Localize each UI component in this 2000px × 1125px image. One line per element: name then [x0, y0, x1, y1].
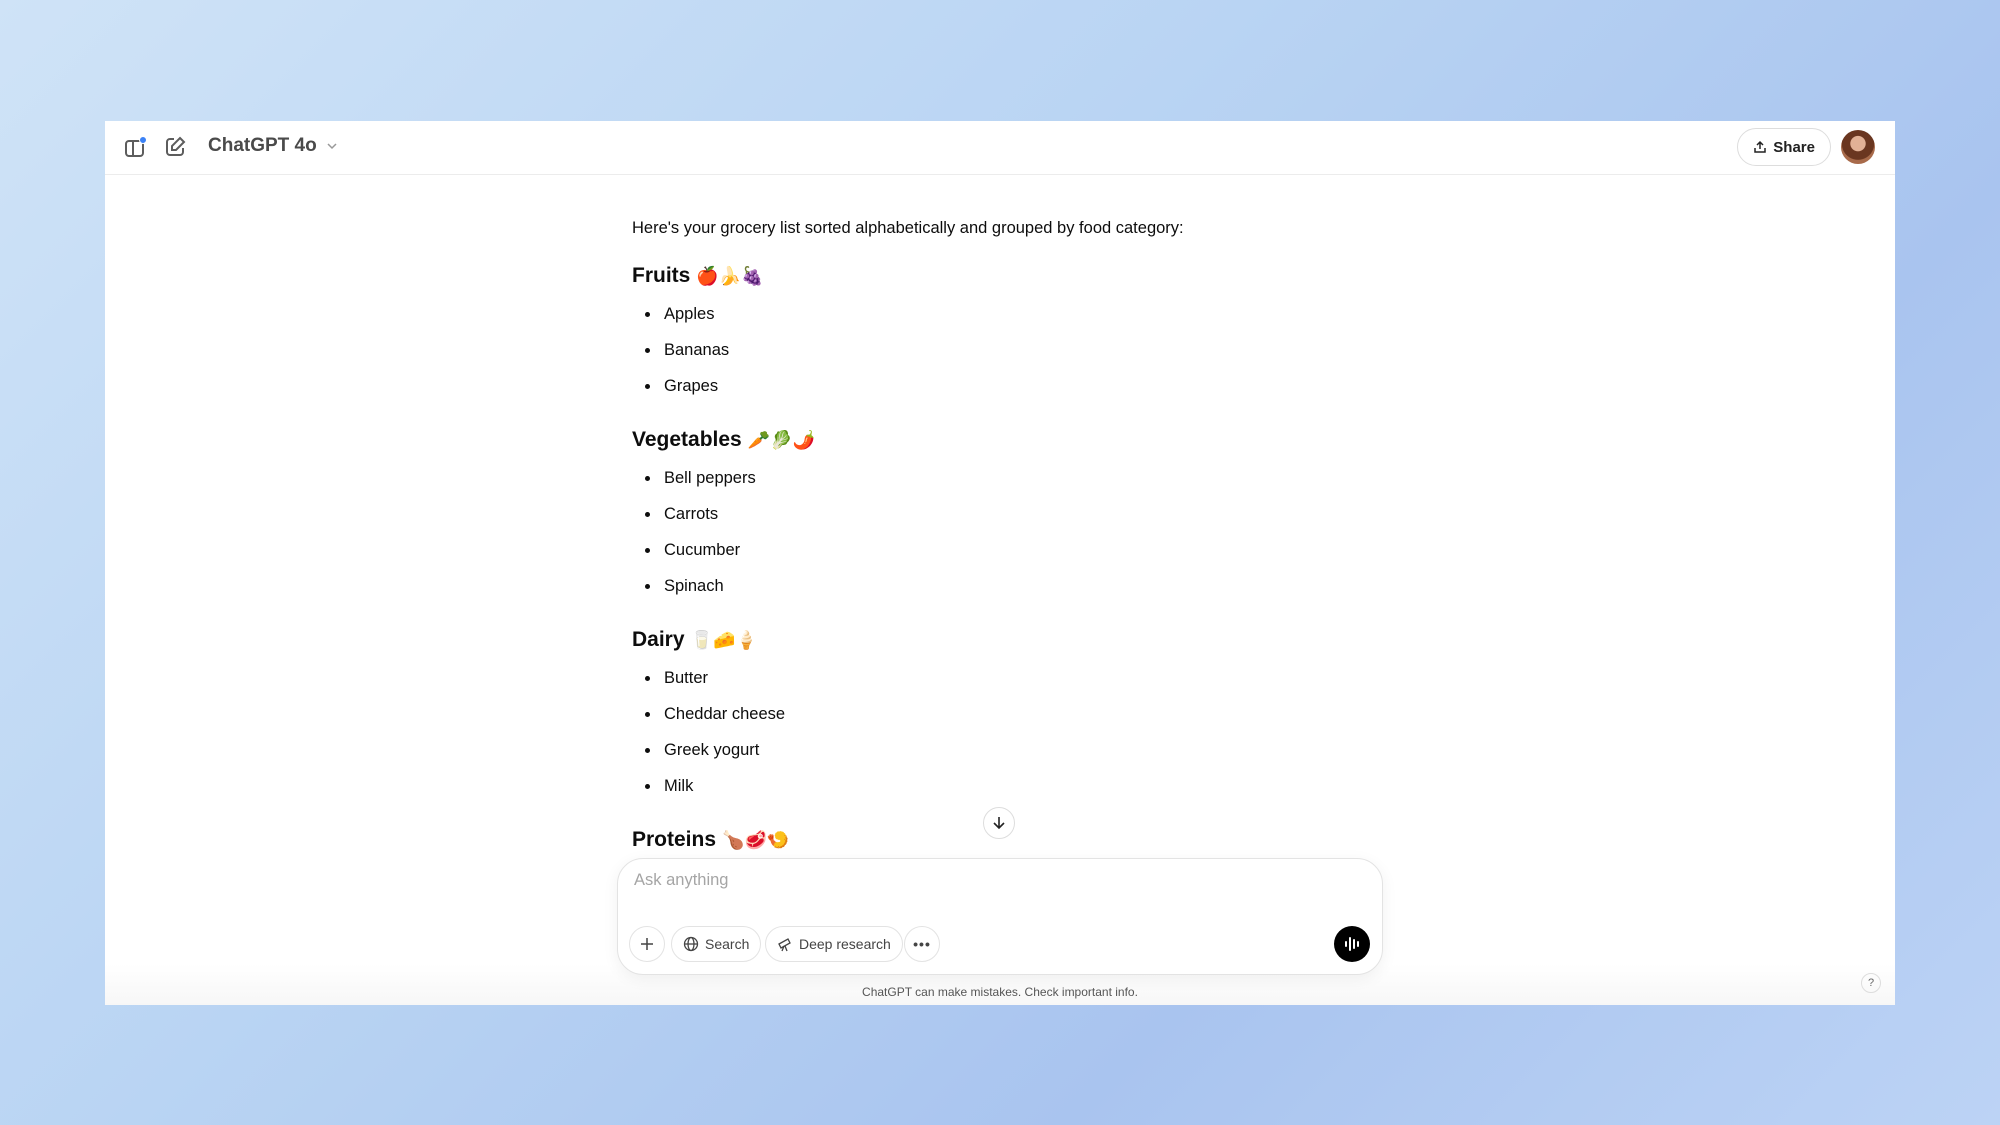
item-list: Butter Cheddar cheese Greek yogurt Milk [632, 660, 1392, 804]
list-item: Apples [632, 296, 1392, 332]
section-heading: Fruits 🍎🍌🍇 [632, 262, 1392, 290]
header: ChatGPT 4o Share [105, 121, 1895, 175]
list-item: Bananas [632, 332, 1392, 368]
globe-icon [683, 936, 699, 952]
new-chat-icon[interactable] [163, 135, 187, 164]
list-item: Cucumber [632, 532, 1392, 568]
deep-research-button[interactable]: Deep research [765, 926, 903, 962]
help-button[interactable]: ? [1861, 973, 1881, 993]
plus-icon [641, 938, 653, 950]
search-button[interactable]: Search [671, 926, 762, 962]
waveform-icon [1345, 937, 1359, 951]
item-list: Apples Bananas Grapes [632, 296, 1392, 404]
intro-text: Here's your grocery list sorted alphabet… [632, 219, 1184, 237]
share-icon [1754, 140, 1767, 153]
voice-mode-button[interactable] [1334, 926, 1370, 962]
section-heading: Dairy 🥛🧀🍦 [632, 626, 1392, 654]
section-emoji: 🥛🧀🍦 [690, 630, 758, 650]
model-name: ChatGPT 4o [208, 135, 317, 156]
list-item: Carrots [632, 496, 1392, 532]
section-title: Dairy [632, 628, 685, 651]
more-button[interactable]: ••• [904, 926, 940, 962]
section-emoji: 🍎🍌🍇 [696, 266, 764, 286]
share-button[interactable]: Share [1737, 128, 1831, 166]
list-item: Grapes [632, 368, 1392, 404]
prompt-input[interactable] [634, 871, 1334, 890]
section-title: Vegetables [632, 428, 742, 451]
list-item: Bell peppers [632, 460, 1392, 496]
sidebar-toggle-icon[interactable] [123, 135, 149, 166]
section-emoji: 🥕🥬🌶️ [747, 430, 815, 450]
telescope-icon [778, 938, 791, 952]
item-list: Bell peppers Carrots Cucumber Spinach [632, 460, 1392, 604]
section-title: Proteins [632, 828, 717, 851]
composer: Search Deep research ••• [617, 858, 1383, 975]
list-item: Spinach [632, 568, 1392, 604]
share-label: Share [1773, 138, 1815, 156]
list-item: Greek yogurt [632, 732, 1392, 768]
search-label: Search [705, 936, 750, 952]
chevron-down-icon [327, 143, 337, 150]
scroll-to-bottom-button[interactable] [983, 807, 1015, 839]
disclaimer: ChatGPT can make mistakes. Check importa… [862, 985, 1138, 999]
list-item: Cheddar cheese [632, 696, 1392, 732]
avatar[interactable] [1841, 130, 1875, 164]
add-button[interactable] [629, 926, 665, 962]
arrow-down-icon [993, 817, 1005, 830]
section-title: Fruits [632, 264, 691, 287]
more-icon: ••• [913, 936, 931, 952]
section-heading: Vegetables 🥕🥬🌶️ [632, 426, 1392, 454]
list-item: Butter [632, 660, 1392, 696]
model-selector[interactable]: ChatGPT 4o [208, 135, 339, 157]
section-emoji: 🍗🥩🍤 [722, 830, 790, 850]
deep-research-label: Deep research [799, 936, 891, 952]
list-item: Milk [632, 768, 1392, 804]
chat-window: ChatGPT 4o Share Here's your grocery lis… [105, 121, 1895, 1005]
